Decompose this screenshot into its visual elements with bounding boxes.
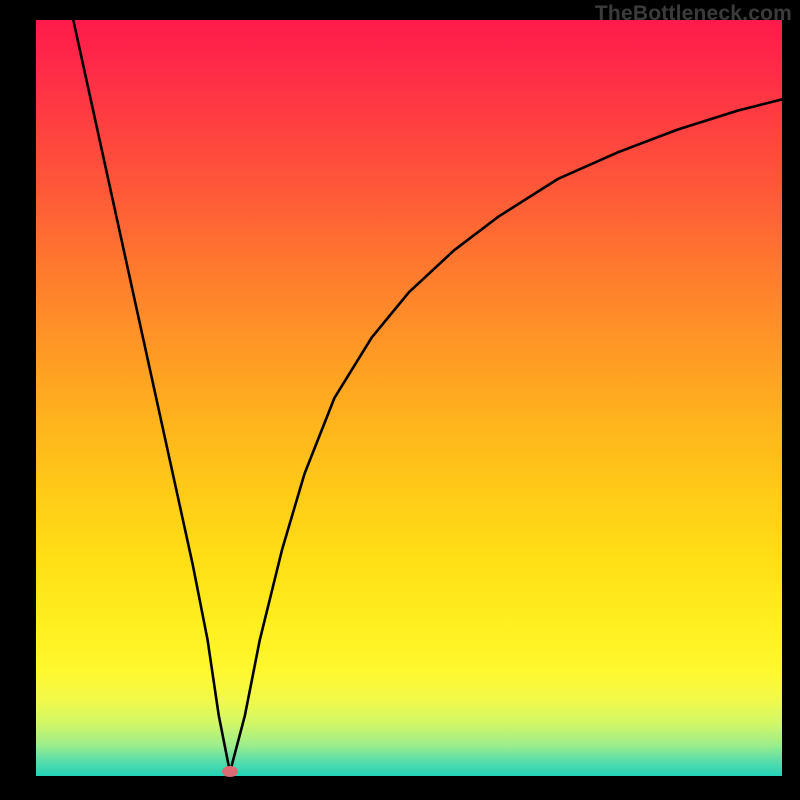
bottleneck-curve [36,20,782,776]
plot-area [36,20,782,776]
watermark-text: TheBottleneck.com [595,2,792,26]
chart-frame: TheBottleneck.com [0,0,800,800]
